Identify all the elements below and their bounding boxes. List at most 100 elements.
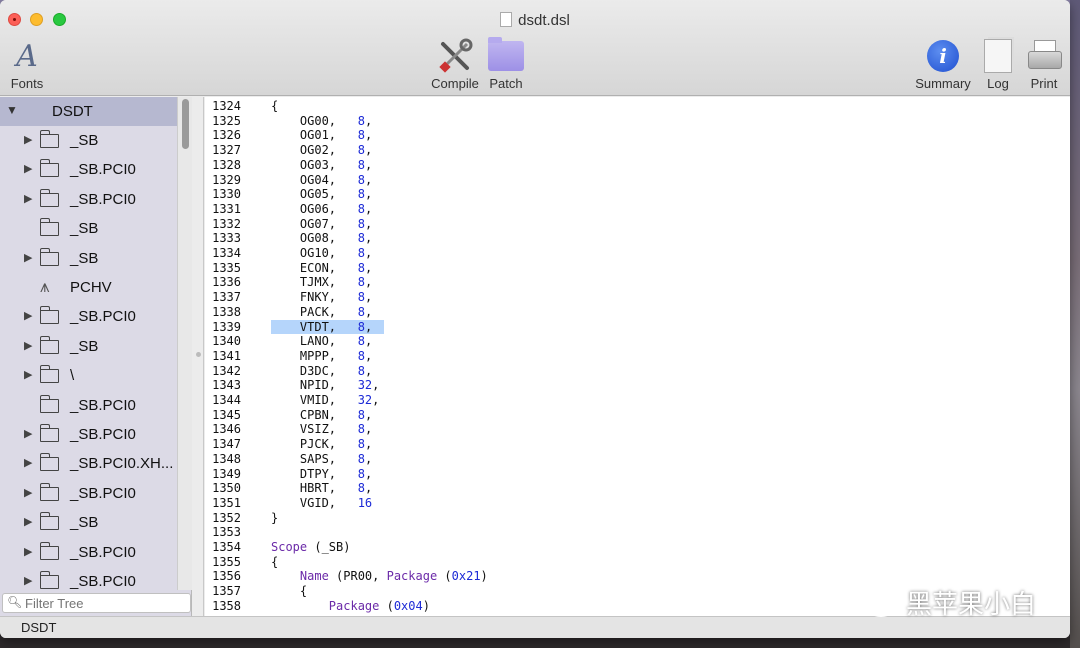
tree-item[interactable]: ▶ _SB.PCI0: [0, 479, 177, 508]
code-line[interactable]: 1338 PACK, 8,: [205, 305, 1065, 320]
code-line[interactable]: 1336 TJMX, 8,: [205, 275, 1065, 290]
code-line[interactable]: 1325 OG00, 8,: [205, 114, 1065, 129]
code-line[interactable]: 1355 {: [205, 555, 1065, 570]
code-line[interactable]: 1354 Scope (_SB): [205, 540, 1065, 555]
code-line[interactable]: 1339 VTDT, 8,: [205, 319, 1065, 335]
code-line[interactable]: 1337 FNKY, 8,: [205, 290, 1065, 305]
tree-item[interactable]: ▶ _SB: [0, 126, 177, 155]
folder-icon: [40, 159, 59, 178]
code-line[interactable]: 1328 OG03, 8,: [205, 158, 1065, 173]
watermark: 黑苹果小白: [864, 584, 1036, 621]
tree-item[interactable]: ▶ _SB.PCI0: [0, 185, 177, 214]
code-line[interactable]: 1330 OG05, 8,: [205, 187, 1065, 202]
disclosure-right-icon[interactable]: ▶: [24, 427, 32, 440]
code-line[interactable]: 1356 Name (PR00, Package (0x21): [205, 569, 1065, 584]
folder-icon: [40, 247, 59, 266]
patch-button[interactable]: Patch: [486, 37, 526, 91]
line-number: 1336: [212, 275, 241, 290]
tree-root-dsdt[interactable]: ▼ DSDT: [0, 97, 177, 126]
code-line[interactable]: 1334 OG10, 8,: [205, 246, 1065, 261]
sidebar-scrollbar[interactable]: [177, 97, 192, 590]
code-line[interactable]: 1342 D3DC, 8,: [205, 364, 1065, 379]
code-line[interactable]: 1352}: [205, 511, 1065, 526]
disclosure-right-icon[interactable]: ▶: [24, 133, 32, 146]
tree-item[interactable]: ▶ _SB.PCI0: [0, 420, 177, 449]
code-keyword: Scope: [271, 540, 308, 554]
sidebar-scroll-thumb[interactable]: [182, 99, 189, 149]
compile-button[interactable]: Compile: [428, 38, 482, 91]
code-keyword: Package: [386, 569, 438, 584]
line-number: 1348: [212, 451, 241, 466]
filter-tree-field[interactable]: 🔍︎: [2, 593, 191, 613]
tree-item[interactable]: _SB.PCI0: [0, 391, 177, 420]
code-line[interactable]: 1353: [205, 525, 1065, 540]
split-divider[interactable]: [192, 97, 204, 616]
code-line[interactable]: 1327 OG02, 8,: [205, 143, 1065, 158]
code-token: ECON,: [271, 260, 358, 275]
code-text: VSIZ, 8,: [271, 422, 372, 437]
log-label: Log: [987, 76, 1009, 91]
code-line[interactable]: 1345 CPBN, 8,: [205, 408, 1065, 423]
tree-item[interactable]: ▶ _SB.PCI0: [0, 155, 177, 184]
folder-icon: [40, 571, 59, 589]
tree-item-label: _SB.PCI0: [70, 484, 136, 502]
disclosure-right-icon[interactable]: ▶: [24, 515, 32, 528]
code-number: 8: [357, 407, 365, 422]
disclosure-right-icon[interactable]: ▶: [24, 162, 32, 175]
code-text: OG02, 8,: [271, 143, 372, 158]
tree-item[interactable]: _SB: [0, 214, 177, 243]
code-number: 8: [357, 231, 365, 246]
code-line[interactable]: 1348 SAPS, 8,: [205, 452, 1065, 467]
code-line[interactable]: 1344 VMID, 32,: [205, 393, 1065, 408]
tree-item[interactable]: ⩚ PCHV: [0, 273, 177, 302]
line-number: 1344: [212, 393, 241, 407]
tree-item[interactable]: ▶ _SB: [0, 332, 177, 361]
disclosure-right-icon[interactable]: ▶: [24, 545, 32, 558]
disclosure-right-icon[interactable]: ▶: [24, 486, 32, 499]
log-button[interactable]: Log: [982, 38, 1014, 91]
disclosure-right-icon[interactable]: ▶: [24, 309, 32, 322]
code-line[interactable]: 1331 OG06, 8,: [205, 202, 1065, 217]
line-number: 1350: [212, 481, 241, 496]
code-line[interactable]: 1346 VSIZ, 8,: [205, 422, 1065, 437]
code-line[interactable]: 1341 MPPP, 8,: [205, 349, 1065, 364]
code-line[interactable]: 1335 ECON, 8,: [205, 261, 1065, 276]
code-line[interactable]: 1340 LANO, 8,: [205, 334, 1065, 349]
code-line[interactable]: 1326 OG01, 8,: [205, 128, 1065, 143]
tree-item[interactable]: ▶ \: [0, 361, 177, 390]
code-editor[interactable]: 1324{1325 OG00, 8, 1326 OG01, 8, 1327 OG02…: [205, 97, 1070, 616]
tree-item-label: _SB.PCI0: [70, 543, 136, 561]
code-line[interactable]: 1347 PJCK, 8,: [205, 437, 1065, 452]
print-button[interactable]: Print: [1026, 38, 1062, 91]
code-text: PJCK, 8,: [271, 437, 372, 452]
tree-item[interactable]: ▶ _SB.PCI0: [0, 302, 177, 331]
tree-item[interactable]: ▶ _SB.PCI0.XH...: [0, 449, 177, 478]
code-line[interactable]: 1329 OG04, 8,: [205, 173, 1065, 188]
code-token: }: [271, 510, 279, 525]
summary-button[interactable]: i Summary: [914, 38, 972, 91]
code-line[interactable]: 1351 VGID, 16: [205, 496, 1065, 511]
disclosure-right-icon[interactable]: ▶: [24, 251, 32, 264]
code-line[interactable]: 1324 {: [205, 99, 1065, 114]
fonts-button[interactable]: A Fonts: [8, 38, 46, 92]
tree-item[interactable]: ▶ _SB: [0, 244, 177, 273]
disclosure-right-icon[interactable]: ▶: [24, 192, 32, 205]
code-token: {: [271, 99, 279, 113]
tree-item[interactable]: ▶ _SB.PCI0: [0, 538, 177, 567]
disclosure-right-icon[interactable]: ▶: [24, 574, 32, 587]
code-line[interactable]: 1332 OG07, 8,: [205, 217, 1065, 232]
code-line[interactable]: 1343 NPID, 32,: [205, 378, 1065, 393]
code-line[interactable]: 1333 OG08, 8,: [205, 231, 1065, 246]
disclosure-down-icon[interactable]: ▼: [6, 103, 18, 117]
code-line[interactable]: 1349 DTPY, 8,: [205, 467, 1065, 482]
divider-grip-icon: [196, 352, 201, 357]
filter-tree-input[interactable]: [25, 595, 185, 611]
disclosure-right-icon[interactable]: ▶: [24, 339, 32, 352]
tree-item[interactable]: ▶ _SB.PCI0: [0, 567, 177, 596]
disclosure-right-icon[interactable]: ▶: [24, 456, 32, 469]
watermark-text: 黑苹果小白: [906, 589, 1037, 619]
folder-icon: [40, 424, 59, 442]
disclosure-right-icon[interactable]: ▶: [24, 368, 32, 381]
code-line[interactable]: 1350 HBRT, 8,: [205, 481, 1065, 496]
tree-item[interactable]: ▶ _SB: [0, 508, 177, 537]
